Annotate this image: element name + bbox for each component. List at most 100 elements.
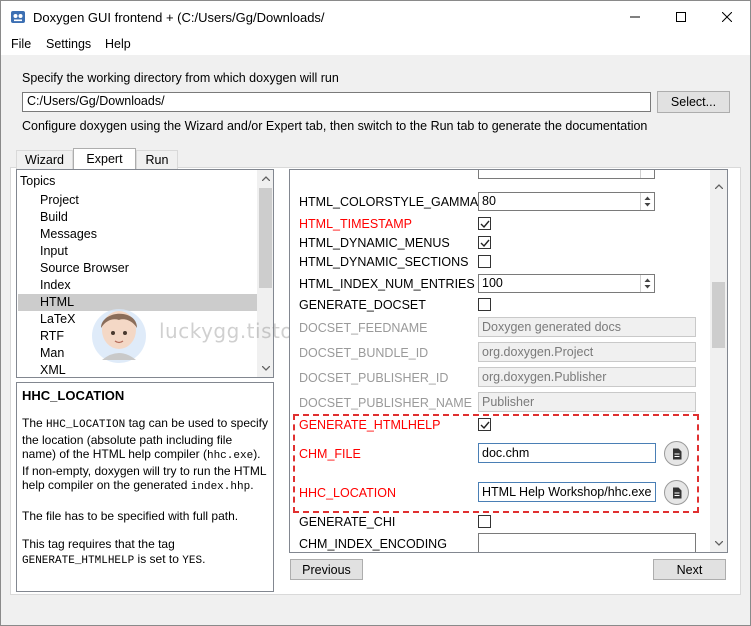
scroll-thumb[interactable] [259,188,272,288]
hhc-location-browse-button[interactable] [664,480,689,505]
minimize-button[interactable] [612,1,658,33]
opt-label-hhc-location: HHC_LOCATION [299,486,397,500]
topic-input[interactable]: Input [18,243,258,260]
opt-label-generate-chi: GENERATE_CHI [299,515,396,529]
checkmark-icon [480,239,490,248]
dynamic-sections-checkbox[interactable] [478,255,491,268]
generate-chi-checkbox[interactable] [478,515,491,528]
topics-header: Topics [20,174,56,188]
scroll-thumb[interactable] [712,282,725,348]
help-panel: HHC_LOCATION The HHC_LOCATION tag can be… [16,382,274,592]
doxygen-app-icon [11,11,25,23]
opt-label-generate-htmlhelp: GENERATE_HTMLHELP [299,418,441,432]
opt-label-chm-index-encoding: CHM_INDEX_ENCODING [299,537,447,551]
colorstyle-gamma-spinbox[interactable]: 80 [478,192,655,211]
minimize-icon [630,16,640,18]
workdir-label: Specify the working directory from which… [22,71,339,85]
opt-label-chm-file: CHM_FILE [299,447,361,461]
chevron-down-icon [714,541,723,546]
help-text: The [22,416,47,430]
checkmark-icon [480,220,490,229]
help-code: index.hhp [190,481,251,493]
menu-help[interactable]: Help [105,37,131,51]
help-paragraph-2: The file has to be specified with full p… [22,508,239,523]
generate-docset-checkbox[interactable] [478,298,491,311]
opt-label-docset-bundle-id: DOCSET_BUNDLE_ID [299,346,429,360]
help-code: YES [182,554,203,567]
opt-label-docset-publisher-id: DOCSET_PUBLISHER_ID [299,371,449,385]
close-button[interactable] [704,1,750,33]
previous-button[interactable]: Previous [290,559,363,580]
options-panel: HTML_COLORSTYLE_GAMMA 80 HTML_TIMESTAMP … [289,169,728,553]
workdir-input[interactable]: C:/Users/Gg/Downloads/ [22,92,651,112]
help-text: is set to [134,551,183,566]
spin-buttons[interactable] [640,193,654,210]
opt-label-colorstyle-gamma: HTML_COLORSTYLE_GAMMA [299,195,479,209]
chm-file-browse-button[interactable] [664,441,689,466]
topic-source-browser[interactable]: Source Browser [18,260,258,277]
chm-file-input[interactable]: doc.chm [478,443,656,463]
scroll-up-arrow[interactable] [710,178,727,195]
topics-scrollbar[interactable] [257,170,273,377]
maximize-button[interactable] [658,1,704,33]
next-button[interactable]: Next [653,559,726,580]
select-dir-button[interactable]: Select... [657,91,730,113]
help-paragraph-3: This tag requires that the tag GENERATE_… [22,537,268,568]
docset-bundle-id-input[interactable]: org.doxygen.Project [478,342,696,362]
opt-label-dynamic-menus: HTML_DYNAMIC_MENUS [299,236,450,250]
title-bar[interactable]: Doxygen GUI frontend + (C:/Users/Gg/Down… [1,1,750,33]
docset-publisher-name-input[interactable]: Publisher [478,392,696,412]
topic-build[interactable]: Build [18,209,258,226]
menu-file[interactable]: File [11,37,31,51]
opt-label-docset-publisher-name: DOCSET_PUBLISHER_NAME [299,396,472,410]
opt-label-dynamic-sections: HTML_DYNAMIC_SECTIONS [299,255,469,269]
docset-feedname-input[interactable]: Doxygen generated docs [478,317,696,337]
menu-settings[interactable]: Settings [46,37,91,51]
chevron-up-icon [261,176,270,181]
options-scrollbar[interactable] [710,170,727,552]
tab-wizard[interactable]: Wizard [16,150,73,169]
dynamic-menus-checkbox[interactable] [478,236,491,249]
window-title: Doxygen GUI frontend + (C:/Users/Gg/Down… [33,10,325,25]
docset-publisher-id-input[interactable]: org.doxygen.Publisher [478,367,696,387]
doxygen-window: Doxygen GUI frontend + (C:/Users/Gg/Down… [0,0,751,626]
colorstyle-sat-spinbox[interactable] [478,170,655,179]
opt-label-html-timestamp: HTML_TIMESTAMP [299,217,412,231]
menu-bar: File Settings Help [1,33,750,55]
html-timestamp-checkbox[interactable] [478,217,491,230]
chm-index-encoding-input[interactable] [478,533,696,552]
help-code: HHC_LOCATION [46,419,126,431]
chevron-down-icon [261,366,270,371]
opt-label-docset-feedname: DOCSET_FEEDNAME [299,321,428,335]
help-text: . [250,478,254,492]
topic-project[interactable]: Project [18,192,258,209]
scroll-up-arrow[interactable] [257,170,273,187]
checkmark-icon [480,421,490,430]
scroll-down-arrow[interactable] [257,360,273,377]
topic-index[interactable]: Index [18,277,258,294]
tab-run[interactable]: Run [136,150,178,169]
file-icon [672,487,681,498]
tab-expert[interactable]: Expert [73,148,136,169]
config-hint: Configure doxygen using the Wizard and/o… [22,119,648,133]
opt-label-generate-docset: GENERATE_DOCSET [299,298,426,312]
topic-messages[interactable]: Messages [18,226,258,243]
spin-arrows-icon [644,278,651,289]
hhc-location-input[interactable]: HTML Help Workshop/hhc.exe [478,482,656,502]
index-num-entries-spinbox[interactable]: 100 [478,274,655,293]
help-code: GENERATE_HTMLHELP [22,554,135,567]
scroll-down-arrow[interactable] [710,535,727,552]
spin-buttons[interactable] [640,170,654,178]
generate-htmlhelp-checkbox[interactable] [478,418,491,431]
opt-label-index-num-entries: HTML_INDEX_NUM_ENTRIES [299,277,475,291]
index-num-entries-value: 100 [482,276,503,290]
chevron-up-icon [714,184,723,189]
hhc-location-value: HTML Help Workshop/hhc.exe [482,485,652,499]
help-text: . [202,551,206,566]
file-icon [672,448,681,459]
help-title: HHC_LOCATION [22,388,125,403]
avatar-watermark-image [92,309,146,363]
spin-buttons[interactable] [640,275,654,292]
maximize-icon [676,12,686,22]
help-text: This tag requires that the tag [22,537,175,551]
